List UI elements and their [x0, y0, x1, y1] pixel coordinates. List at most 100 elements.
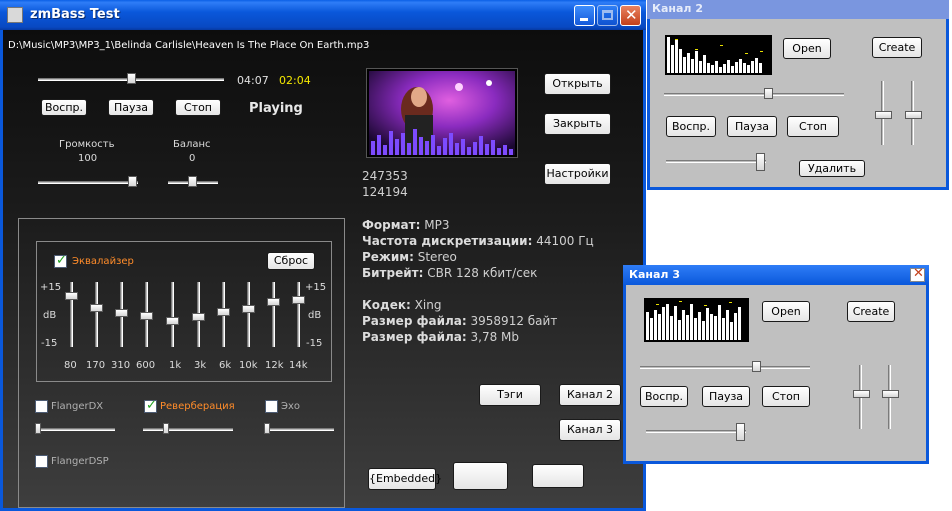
channel2-vslider-1-thumb[interactable]	[875, 111, 892, 119]
position-slider[interactable]	[38, 72, 224, 86]
channel2-open-button[interactable]: Open	[783, 38, 831, 59]
eq-reset-button[interactable]: Сброс	[267, 252, 315, 270]
eq-band-310[interactable]	[113, 282, 131, 347]
flanger-slider[interactable]	[35, 423, 115, 435]
volume-slider-thumb[interactable]	[128, 176, 137, 187]
channel3-titlebar[interactable]: Канал 3 ✕	[623, 265, 929, 285]
minimize-button[interactable]	[574, 5, 595, 26]
eq-thumb[interactable]	[192, 313, 205, 321]
channel2-pause-button[interactable]: Пауза	[727, 116, 777, 137]
channel2-button[interactable]: Канал 2	[559, 384, 621, 406]
balance-value: 0	[189, 153, 196, 164]
format-label: Формат:	[362, 218, 421, 232]
channel2-volume-thumb[interactable]	[756, 153, 765, 171]
blank-button-1[interactable]	[453, 462, 508, 490]
codec-label: Кодек:	[362, 298, 411, 312]
eq-band-80[interactable]	[63, 282, 81, 347]
channel3-button[interactable]: Канал 3	[559, 419, 621, 441]
channel3-title: Канал 3	[629, 268, 680, 281]
channel3-open-button[interactable]: Open	[762, 301, 810, 322]
equalizer-checkbox[interactable]	[54, 253, 67, 268]
echo-checkbox[interactable]	[265, 400, 278, 413]
eq-band-6k[interactable]	[215, 282, 233, 347]
eq-band-14k[interactable]	[290, 282, 308, 347]
echo-slider[interactable]	[264, 423, 334, 435]
reverb-slider[interactable]	[143, 423, 233, 435]
eq-band-1k[interactable]	[164, 282, 182, 347]
eq-band-10k[interactable]	[240, 282, 258, 347]
eq-thumb[interactable]	[115, 309, 128, 317]
channel2-position-slider[interactable]	[664, 87, 844, 101]
channel3-position-slider[interactable]	[640, 360, 810, 374]
channel2-stop-button[interactable]: Стоп	[787, 116, 839, 137]
main-titlebar[interactable]: zmBass Test ✕	[0, 0, 646, 30]
channel2-volume-slider[interactable]	[666, 153, 766, 171]
balance-slider[interactable]	[168, 175, 218, 189]
eq-band-170[interactable]	[88, 282, 106, 347]
channel3-close-button[interactable]: ✕	[910, 266, 925, 282]
eq-bottom-db-right: -15	[306, 338, 323, 349]
codec-value: Xing	[414, 298, 442, 312]
channel3-vslider-1[interactable]	[851, 365, 871, 429]
channel3-vslider-2-thumb[interactable]	[882, 390, 899, 398]
channel3-volume-thumb[interactable]	[736, 423, 745, 441]
eq-band-12k[interactable]	[265, 282, 283, 347]
channel2-play-button[interactable]: Воспр.	[666, 116, 716, 137]
channel2-vslider-1[interactable]	[873, 81, 893, 145]
eq-thumb[interactable]	[166, 317, 179, 325]
close-button[interactable]: ✕	[620, 5, 641, 26]
channel3-position-thumb[interactable]	[752, 361, 761, 372]
file-info: Формат: MP3 Частота дискретизации: 44100…	[362, 217, 594, 345]
channel2-position-thumb[interactable]	[764, 88, 773, 99]
eq-band-3k[interactable]	[190, 282, 208, 347]
size2-label: Размер файла:	[362, 330, 467, 344]
counter-2: 124194	[362, 185, 408, 199]
eq-thumb[interactable]	[65, 292, 78, 300]
eq-thumb[interactable]	[217, 308, 230, 316]
open-button[interactable]: Открыть	[544, 73, 611, 95]
eq-thumb[interactable]	[292, 296, 305, 304]
volume-slider[interactable]	[38, 175, 138, 189]
close-file-button[interactable]: Закрыть	[544, 113, 611, 135]
channel3-pause-button[interactable]: Пауза	[702, 386, 750, 407]
bitrate-value: CBR 128 кбит/сек	[427, 266, 538, 280]
channel2-vslider-2-thumb[interactable]	[905, 111, 922, 119]
embedded-button[interactable]: {Embedded}	[368, 468, 442, 490]
mode-label: Режим:	[362, 250, 414, 264]
channel2-delete-button[interactable]: Удалить	[799, 160, 865, 177]
channel3-stop-button[interactable]: Стоп	[762, 386, 810, 407]
position-slider-thumb[interactable]	[127, 73, 136, 84]
channel3-volume-slider[interactable]	[646, 423, 746, 441]
eq-band-label: 12k	[265, 360, 284, 371]
flanger-slider-thumb[interactable]	[35, 423, 41, 434]
eq-thumb[interactable]	[90, 304, 103, 312]
channel3-create-button[interactable]: Create	[847, 301, 895, 322]
play-button[interactable]: Воспр.	[41, 99, 87, 116]
channel3-vslider-1-thumb[interactable]	[853, 390, 870, 398]
equalizer-label: Эквалайзер	[72, 256, 134, 267]
reverb-checkbox[interactable]	[144, 398, 157, 413]
channel2-vslider-2[interactable]	[903, 81, 923, 145]
eq-band-label: 3k	[194, 360, 207, 371]
channel2-titlebar[interactable]: Канал 2	[647, 0, 949, 19]
channel2-create-button[interactable]: Create	[872, 37, 922, 58]
settings-button[interactable]: Настройки	[544, 163, 611, 185]
maximize-button[interactable]	[597, 5, 618, 26]
tags-button[interactable]: Тэги	[479, 384, 541, 406]
reverb-slider-thumb[interactable]	[163, 423, 169, 434]
eq-thumb[interactable]	[242, 305, 255, 313]
blank-button-2[interactable]	[532, 464, 584, 488]
eq-thumb[interactable]	[267, 298, 280, 306]
stop-button[interactable]: Стоп	[175, 99, 221, 116]
balance-slider-thumb[interactable]	[188, 176, 197, 187]
echo-slider-thumb[interactable]	[264, 423, 270, 434]
channel3-vslider-2[interactable]	[880, 365, 900, 429]
pause-button[interactable]: Пауза	[108, 99, 154, 116]
channel3-play-button[interactable]: Воспр.	[640, 386, 688, 407]
eq-thumb[interactable]	[140, 312, 153, 320]
flanger-checkbox[interactable]	[35, 400, 48, 413]
eq-band-600[interactable]	[138, 282, 156, 347]
flanger-dsp-label: FlangerDSP	[51, 456, 109, 467]
volume-label: Громкость	[59, 139, 115, 150]
flanger-dsp-checkbox[interactable]	[35, 455, 48, 468]
